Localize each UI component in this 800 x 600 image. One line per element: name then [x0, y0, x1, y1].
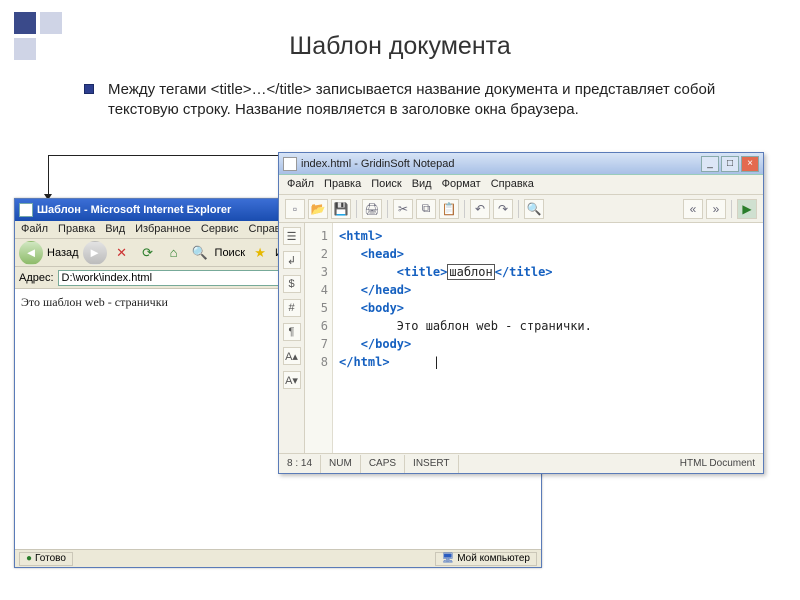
- menu-item[interactable]: Поиск: [371, 178, 401, 191]
- print-button[interactable]: 🖨: [362, 199, 382, 219]
- notepad-window: index.html - GridinSoft Notepad _ □ × Фа…: [278, 152, 764, 474]
- nav-prev-button[interactable]: «: [683, 199, 703, 219]
- save-button[interactable]: 💾: [331, 199, 351, 219]
- page-text: Это шаблон web - странички: [21, 295, 168, 309]
- status-ready: ●Готово: [19, 552, 73, 566]
- close-button[interactable]: ×: [741, 156, 759, 172]
- np-titlebar[interactable]: index.html - GridinSoft Notepad _ □ ×: [279, 153, 763, 175]
- decor-square: [40, 12, 62, 34]
- copy-button[interactable]: ⧉: [416, 199, 436, 219]
- line-gutter: 12345678: [305, 223, 333, 453]
- menu-item[interactable]: Формат: [442, 178, 481, 191]
- separator: [464, 200, 465, 218]
- maximize-button[interactable]: □: [721, 156, 739, 172]
- ruler-icon[interactable]: $: [283, 275, 301, 293]
- bookmark-icon[interactable]: ☰: [283, 227, 301, 245]
- bullet-icon: [84, 84, 94, 94]
- separator: [356, 200, 357, 218]
- open-button[interactable]: 📂: [308, 199, 328, 219]
- font-dec-icon[interactable]: A▾: [283, 371, 301, 389]
- paste-button[interactable]: 📋: [439, 199, 459, 219]
- cursor-pos: 8 : 14: [279, 455, 321, 473]
- undo-button[interactable]: ↶: [470, 199, 490, 219]
- cut-button[interactable]: ✂: [393, 199, 413, 219]
- address-label: Адрес:: [19, 272, 54, 284]
- ie-statusbar: ●Готово 🖥Мой компьютер: [15, 549, 541, 567]
- menu-item[interactable]: Справка: [491, 178, 534, 191]
- wrap-icon[interactable]: ↲: [283, 251, 301, 269]
- title-text-highlight: шаблон: [447, 264, 494, 280]
- menu-item[interactable]: Вид: [412, 178, 432, 191]
- favorites-icon[interactable]: ★: [249, 242, 271, 264]
- caps-lock: CAPS: [361, 455, 405, 473]
- menu-item[interactable]: Избранное: [135, 223, 191, 236]
- font-inc-icon[interactable]: A▴: [283, 347, 301, 365]
- nav-next-button[interactable]: »: [706, 199, 726, 219]
- menu-item[interactable]: Сервис: [201, 223, 239, 236]
- redo-button[interactable]: ↷: [493, 199, 513, 219]
- back-label: Назад: [47, 247, 79, 259]
- refresh-button[interactable]: ⟳: [137, 242, 159, 264]
- ie-icon: [19, 203, 33, 217]
- num-lock: NUM: [321, 455, 361, 473]
- menu-item[interactable]: Правка: [324, 178, 361, 191]
- menu-item[interactable]: Файл: [287, 178, 314, 191]
- np-sidebar: ☰ ↲ $ # ¶ A▴ A▾: [279, 223, 305, 453]
- new-button[interactable]: ▫: [285, 199, 305, 219]
- minimize-button[interactable]: _: [701, 156, 719, 172]
- hash-icon[interactable]: #: [283, 299, 301, 317]
- home-button[interactable]: ⌂: [163, 242, 185, 264]
- slide-body: Между тегами <title>…</title> записывает…: [108, 80, 738, 119]
- menu-item[interactable]: Файл: [21, 223, 48, 236]
- notepad-icon: [283, 157, 297, 171]
- insert-mode: INSERT: [405, 455, 459, 473]
- separator: [518, 200, 519, 218]
- np-menubar: Файл Правка Поиск Вид Формат Справка: [279, 175, 763, 195]
- np-title: index.html - GridinSoft Notepad: [301, 158, 699, 170]
- menu-item[interactable]: Правка: [58, 223, 95, 236]
- search-label: Поиск: [215, 247, 245, 259]
- np-editor: ☰ ↲ $ # ¶ A▴ A▾ 12345678 <html> <head> <…: [279, 223, 763, 453]
- decor-square: [14, 12, 36, 34]
- back-button[interactable]: ◄: [19, 241, 43, 265]
- run-button[interactable]: ▶: [737, 199, 757, 219]
- status-zone: 🖥Мой компьютер: [435, 552, 538, 566]
- separator: [387, 200, 388, 218]
- search-icon[interactable]: 🔍: [189, 242, 211, 264]
- np-toolbar: ▫ 📂 💾 🖨 ✂ ⧉ 📋 ↶ ↷ 🔍 « » ▶: [279, 195, 763, 223]
- stop-button[interactable]: ✕: [111, 242, 133, 264]
- forward-button[interactable]: ►: [83, 241, 107, 265]
- find-button[interactable]: 🔍: [524, 199, 544, 219]
- menu-item[interactable]: Вид: [105, 223, 125, 236]
- np-statusbar: 8 : 14 NUM CAPS INSERT HTML Document: [279, 453, 763, 473]
- pilcrow-icon[interactable]: ¶: [283, 323, 301, 341]
- doc-type: HTML Document: [672, 455, 763, 473]
- connector-line: [48, 155, 49, 195]
- code-area[interactable]: <html> <head> <title>шаблон</title> </he…: [333, 223, 763, 453]
- separator: [731, 200, 732, 218]
- slide-title: Шаблон документа: [0, 32, 800, 61]
